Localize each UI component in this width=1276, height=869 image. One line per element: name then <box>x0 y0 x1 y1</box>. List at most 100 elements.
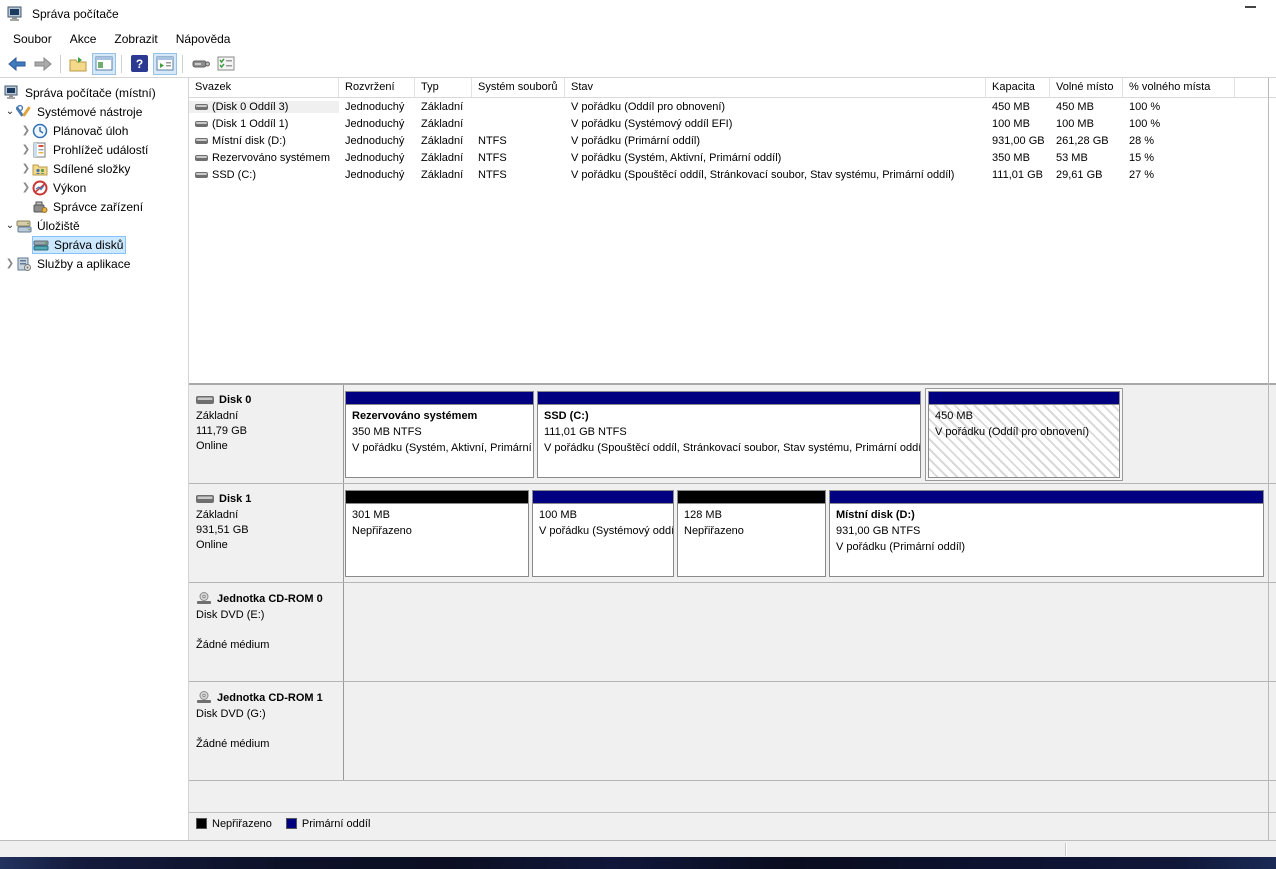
chevron-right-icon[interactable]: ❯ <box>20 182 32 193</box>
partition-unallocated-128[interactable]: 128 MB Nepřiřazeno <box>677 490 826 577</box>
tree-item-performance[interactable]: ❯ Výkon <box>0 178 188 197</box>
console-tree: Správa počítače (místní) ⌄ Systémové nás… <box>0 78 189 840</box>
app-icon <box>7 6 24 22</box>
properties-icon <box>217 56 235 71</box>
volume-row[interactable]: SSD (C:) Jednoduchý Základní NTFS V pořá… <box>189 166 1276 183</box>
cdrom1-row: Jednotka CD-ROM 1 Disk DVD (G:) Žádné mé… <box>189 682 1276 781</box>
chevron-down-icon[interactable]: ⌄ <box>4 220 16 231</box>
graphical-view: Disk 0 Základní 111,79 GB Online Rezervo… <box>189 385 1276 838</box>
menu-soubor[interactable]: Soubor <box>4 29 61 49</box>
title-bar: Správa počítače <box>0 0 1276 28</box>
svg-text:?: ? <box>135 57 142 71</box>
volume-row[interactable]: (Disk 0 Oddíl 3) Jednoduchý Základní V p… <box>189 98 1276 115</box>
menu-napoveda[interactable]: Nápověda <box>167 29 240 49</box>
properties-button[interactable] <box>214 53 238 75</box>
volume-list-header: Svazek Rozvržení Typ Systém souborů Stav… <box>189 78 1276 98</box>
minimize-button[interactable] <box>1245 6 1256 8</box>
col-header-rozvrzeni[interactable]: Rozvržení <box>339 78 415 97</box>
menu-zobrazit[interactable]: Zobrazit <box>105 29 166 49</box>
cdrom1-info[interactable]: Jednotka CD-ROM 1 Disk DVD (G:) Žádné mé… <box>189 682 344 780</box>
partition-recovery[interactable]: 450 MB V pořádku (Oddíl pro obnovení) <box>928 391 1120 478</box>
col-header-volne-misto[interactable]: Volné místo <box>1050 78 1123 97</box>
toolbar-separator <box>60 55 61 73</box>
status-bar-divider <box>1065 843 1066 856</box>
chevron-right-icon[interactable]: ❯ <box>20 144 32 155</box>
col-header-stav[interactable]: Stav <box>565 78 986 97</box>
device-manager-icon <box>32 199 48 215</box>
partition-local-disk-d[interactable]: Místní disk (D:) 931,00 GB NTFS V pořádk… <box>829 490 1264 577</box>
toolbar-separator <box>121 55 122 73</box>
forward-button[interactable] <box>31 53 55 75</box>
volume-list: Svazek Rozvržení Typ Systém souborů Stav… <box>189 78 1276 385</box>
disk-management-icon <box>33 237 49 253</box>
status-bar <box>0 840 1276 857</box>
back-button[interactable] <box>5 53 29 75</box>
disk-tool-button[interactable] <box>188 53 212 75</box>
disk0-info[interactable]: Disk 0 Základní 111,79 GB Online <box>189 385 344 483</box>
unallocated-strip <box>678 491 825 504</box>
help-button[interactable]: ? <box>127 53 151 75</box>
event-log-icon <box>32 142 48 158</box>
disk1-row: Disk 1 Základní 931,51 GB Online 301 MB … <box>189 484 1276 583</box>
primary-partition-strip <box>538 392 920 405</box>
clock-icon <box>32 123 48 139</box>
tree-item-computer-management[interactable]: Správa počítače (místní) <box>0 83 188 102</box>
tree-item-services-applications[interactable]: ❯ Služby a aplikace <box>0 254 188 273</box>
tools-icon <box>16 104 32 120</box>
console-tree-icon <box>95 56 113 71</box>
tree-item-event-viewer[interactable]: ❯ Prohlížeč událostí <box>0 140 188 159</box>
disk-management-pane: Svazek Rozvržení Typ Systém souborů Stav… <box>189 78 1276 840</box>
disk-icon <box>196 494 214 504</box>
tree-item-shared-folders[interactable]: ❯ Sdílené složky <box>0 159 188 178</box>
partition-unallocated-301[interactable]: 301 MB Nepřiřazeno <box>345 490 529 577</box>
show-action-pane-button[interactable] <box>153 53 177 75</box>
chevron-down-icon[interactable]: ⌄ <box>4 106 16 117</box>
disk0-row: Disk 0 Základní 111,79 GB Online Rezervo… <box>189 385 1276 484</box>
menu-bar: Soubor Akce Zobrazit Nápověda <box>0 28 1276 50</box>
volume-icon <box>195 103 208 111</box>
col-header-pct-volneho-mista[interactable]: % volného místa <box>1123 78 1235 97</box>
forward-icon <box>34 57 52 71</box>
tree-item-system-tools[interactable]: ⌄ Systémové nástroje <box>0 102 188 121</box>
chevron-right-icon[interactable]: ❯ <box>20 125 32 136</box>
chevron-right-icon[interactable]: ❯ <box>4 258 16 269</box>
show-console-tree-button[interactable] <box>92 53 116 75</box>
col-header-kapacita[interactable]: Kapacita <box>986 78 1050 97</box>
tree-item-disk-management[interactable]: Správa disků <box>0 235 188 254</box>
toolbar-separator <box>182 55 183 73</box>
tree-item-storage[interactable]: ⌄ Úložiště <box>0 216 188 235</box>
volume-row[interactable]: Rezervováno systémem Jednoduchý Základní… <box>189 149 1276 166</box>
legend-primary-partition: Primární oddíl <box>286 818 370 830</box>
volume-icon <box>195 137 208 145</box>
volume-row[interactable]: (Disk 1 Oddíl 1) Jednoduchý Základní V p… <box>189 115 1276 132</box>
computer-management-window: Správa počítače Soubor Akce Zobrazit Náp… <box>0 0 1276 869</box>
pane-border <box>1268 78 1269 840</box>
folder-icon <box>69 56 87 72</box>
disk1-partitions: 301 MB Nepřiřazeno 100 MB V pořádku (Sys… <box>344 484 1276 582</box>
cdrom0-row: Jednotka CD-ROM 0 Disk DVD (E:) Žádné mé… <box>189 583 1276 682</box>
col-header-svazek[interactable]: Svazek <box>189 78 339 97</box>
cdrom0-info[interactable]: Jednotka CD-ROM 0 Disk DVD (E:) Žádné mé… <box>189 583 344 681</box>
chevron-right-icon[interactable]: ❯ <box>20 163 32 174</box>
help-icon: ? <box>131 55 148 72</box>
disk1-info[interactable]: Disk 1 Základní 931,51 GB Online <box>189 484 344 582</box>
partition-ssd-c[interactable]: SSD (C:) 111,01 GB NTFS V pořádku (Spouš… <box>537 391 921 478</box>
col-header-typ[interactable]: Typ <box>415 78 472 97</box>
partition-system-reserved[interactable]: Rezervováno systémem 350 MB NTFS V pořád… <box>345 391 534 478</box>
unallocated-strip <box>346 491 528 504</box>
col-header-system-souboru[interactable]: Systém souborů <box>472 78 565 97</box>
menu-akce[interactable]: Akce <box>61 29 106 49</box>
cdrom1-empty-area <box>344 682 1276 780</box>
partition-efi[interactable]: 100 MB V pořádku (Systémový oddíl EFI) <box>532 490 674 577</box>
action-pane-icon <box>156 56 174 71</box>
taskbar[interactable] <box>0 857 1276 869</box>
disk-icon <box>196 395 214 405</box>
open-button[interactable] <box>66 53 90 75</box>
volume-row[interactable]: Místní disk (D:) Jednoduchý Základní NTF… <box>189 132 1276 149</box>
tree-item-device-manager[interactable]: Správce zařízení <box>0 197 188 216</box>
shared-folders-icon <box>32 161 48 177</box>
legend: Nepřiřazeno Primární oddíl <box>189 812 1276 834</box>
unallocated-swatch <box>196 818 207 829</box>
volume-icon <box>195 171 208 179</box>
tree-item-task-scheduler[interactable]: ❯ Plánovač úloh <box>0 121 188 140</box>
